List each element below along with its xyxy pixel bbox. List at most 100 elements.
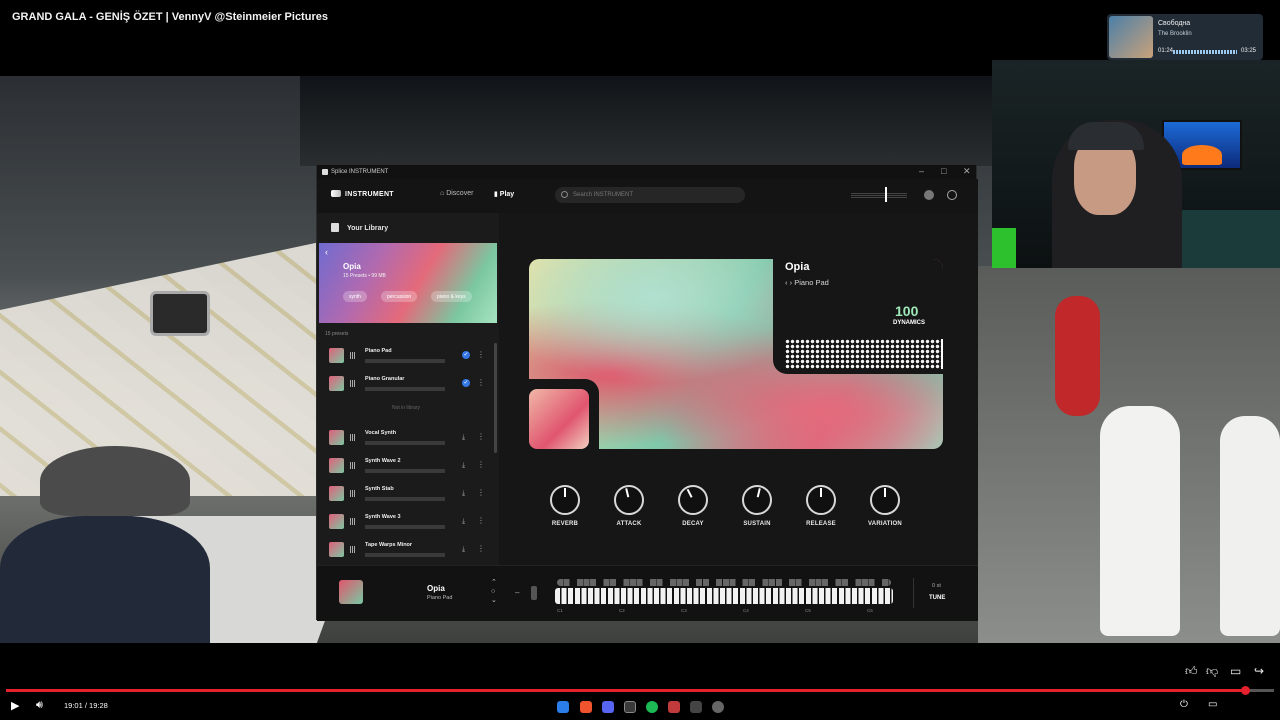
more-options-icon[interactable]: ⋮ [477, 488, 485, 497]
webcam-overlay [992, 60, 1280, 268]
volume-icon[interactable]: 🔊︎ [36, 699, 43, 712]
knob-decay[interactable]: DECAY [673, 485, 713, 527]
windows-start-icon[interactable] [557, 701, 569, 713]
knob-dial[interactable] [806, 485, 836, 515]
preset-row[interactable]: Synth Stab ⤓ ⋮ [317, 481, 495, 507]
app-icon[interactable] [668, 701, 680, 713]
nav-discover[interactable]: ⌂ Discover [440, 190, 473, 197]
knob-dial[interactable] [614, 485, 644, 515]
webcam-green-wall [992, 228, 1016, 268]
autoplay-toggle-icon[interactable]: ⏻ [1180, 699, 1188, 710]
obs-icon[interactable] [712, 701, 724, 713]
tag-percussion[interactable]: percussion [381, 291, 418, 302]
download-preset-icon[interactable]: ⤓ [462, 434, 465, 442]
more-options-icon[interactable]: ⋮ [477, 544, 485, 553]
close-icon[interactable]: ✕ [963, 166, 971, 177]
character-white-suit [1100, 406, 1180, 636]
window-titlebar: Splice INSTRUMENT – □ ✕ [317, 165, 976, 179]
download-preset-icon[interactable]: ⤓ [462, 462, 465, 470]
preset-name: Tape Warps Minor [365, 542, 413, 548]
brave-icon[interactable] [580, 701, 592, 713]
captions-icon[interactable]: ▭ [1208, 699, 1217, 710]
preset-row[interactable]: Synth Wave 3 ⤓ ⋮ [317, 509, 495, 535]
video-progress-bar[interactable] [6, 686, 1274, 695]
maximize-icon[interactable]: □ [941, 166, 946, 176]
octave-label: C5 [805, 608, 811, 613]
tag-synth[interactable]: synth [343, 291, 367, 302]
search-input[interactable]: Search INSTRUMENT [555, 187, 745, 203]
knob-sustain[interactable]: SUSTAIN [737, 485, 777, 527]
nav-discover-label: Discover [446, 190, 474, 197]
account-icon[interactable] [947, 190, 957, 200]
knob-variation[interactable]: VARIATION [865, 485, 905, 527]
knob-release[interactable]: RELEASE [801, 485, 841, 527]
splice-icon[interactable] [624, 701, 636, 713]
dynamics-dot-grid[interactable] [785, 339, 941, 369]
instrument-taskbar-icon[interactable] [690, 701, 702, 713]
knob-label: VARIATION [868, 521, 902, 527]
preset-row[interactable]: Piano Pad ✓ ⋮ [317, 343, 495, 369]
nav-play[interactable]: ▮ Play [494, 190, 514, 198]
preset-row[interactable]: Synth Wave 2 ⤓ ⋮ [317, 453, 495, 479]
preset-row[interactable]: Tape Warps Minor ⤓ ⋮ [317, 537, 495, 563]
pitch-bend-icon[interactable]: – [515, 588, 519, 597]
knob-pointer [625, 488, 630, 498]
knob-dial[interactable] [550, 485, 580, 515]
play-icon[interactable]: ▶ [11, 699, 19, 712]
volume-slider-thumb[interactable] [885, 187, 887, 202]
more-options-icon[interactable]: ⋮ [477, 350, 485, 359]
brand[interactable]: INSTRUMENT [331, 190, 394, 198]
your-library-link[interactable]: Your Library [331, 223, 388, 232]
preset-selector[interactable]: ‹ › Piano Pad [785, 278, 829, 287]
octave-label: C2 [619, 608, 625, 613]
piano-keyboard[interactable] [555, 588, 893, 604]
more-options-icon[interactable]: ⋮ [477, 378, 485, 387]
volume-slider[interactable] [851, 193, 907, 198]
knob-reverb[interactable]: REVERB [545, 485, 585, 527]
instrument-panel: Opia ‹ › Piano Pad 100 DYNAMICS REVERB AT… [499, 213, 978, 565]
share-icon[interactable]: ↪ [1254, 664, 1264, 678]
tune-value[interactable]: 0 st [932, 583, 941, 589]
your-library-label: Your Library [347, 225, 389, 232]
piano-black-keys[interactable] [557, 579, 891, 586]
preset-list-scrollbar[interactable] [494, 343, 497, 453]
streamer-cap [1068, 122, 1144, 150]
in-library-check-icon: ✓ [462, 379, 470, 387]
comment-icon[interactable]: ▭ [1230, 664, 1241, 678]
preset-thumbnail [329, 430, 344, 445]
minimize-icon[interactable]: – [919, 166, 924, 176]
back-chevron-icon[interactable]: ‹ [325, 247, 328, 257]
mod-wheel[interactable] [531, 586, 537, 600]
download-preset-icon[interactable]: ⤓ [462, 490, 465, 498]
knob-dial[interactable] [742, 485, 772, 515]
download-preset-icon[interactable]: ⤓ [462, 518, 465, 526]
library-icon [331, 223, 339, 232]
more-options-icon[interactable]: ⋮ [477, 460, 485, 469]
spotify-icon[interactable] [646, 701, 658, 713]
current-instrument-name: Opia [427, 584, 445, 593]
like-icon[interactable]: 👍︎ [1185, 664, 1198, 679]
brand-icon [331, 190, 341, 197]
knob-pointer [564, 488, 566, 497]
current-instrument-thumbnail [339, 580, 363, 604]
download-icon[interactable] [924, 190, 934, 200]
knob-dial[interactable] [678, 485, 708, 515]
preset-row[interactable]: Piano Granular ✓ ⋮ [317, 371, 495, 397]
more-options-icon[interactable]: ⋮ [477, 516, 485, 525]
video-progress-handle[interactable] [1240, 686, 1250, 695]
discord-icon[interactable] [602, 701, 614, 713]
knob-attack[interactable]: ATTACK [609, 485, 649, 527]
knob-dial[interactable] [870, 485, 900, 515]
knob-label: SUSTAIN [743, 521, 771, 527]
track-artist: The Brooklin [1158, 31, 1192, 37]
chevron-up-icon[interactable]: ⌃ [491, 579, 497, 586]
chevron-down-icon[interactable]: ⌄ [491, 597, 497, 604]
dislike-icon[interactable]: 👎︎ [1206, 664, 1218, 679]
window-title: Splice INSTRUMENT [331, 169, 389, 175]
octave-arrows[interactable]: ⌃ ○ ⌄ [491, 578, 497, 605]
download-preset-icon[interactable]: ⤓ [462, 546, 465, 554]
more-options-icon[interactable]: ⋮ [477, 432, 485, 441]
preset-row[interactable]: Vocal Synth ⤓ ⋮ [317, 425, 495, 451]
knob-label: DECAY [682, 521, 704, 527]
tag-piano-keys[interactable]: piano & keys [431, 291, 472, 302]
